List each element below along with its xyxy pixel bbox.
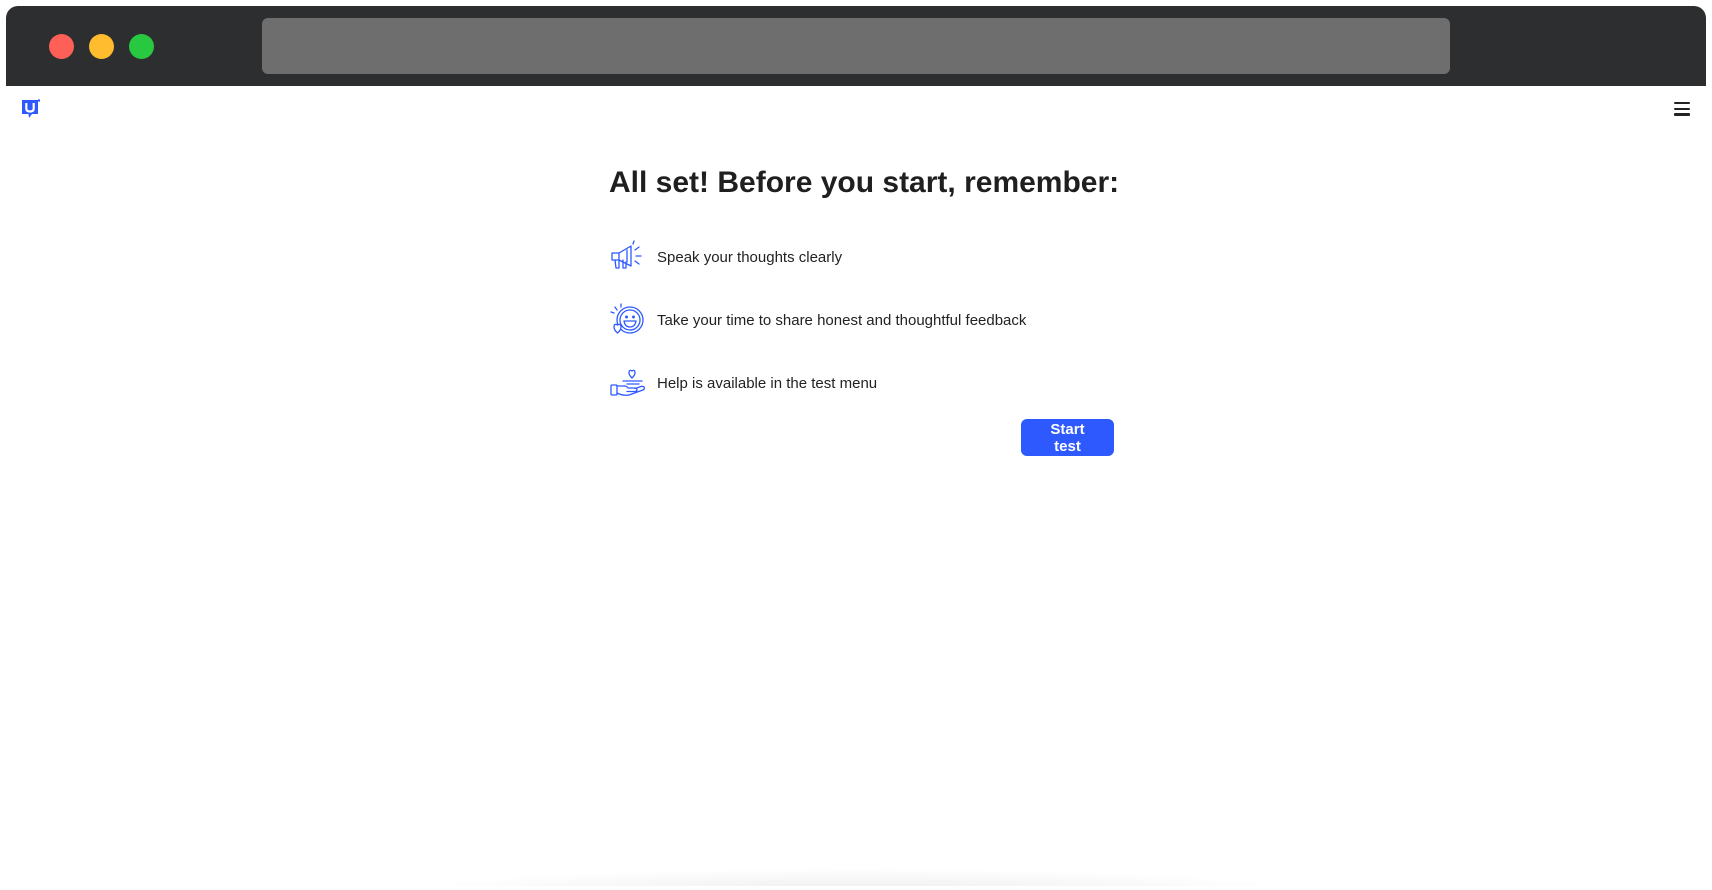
browser-window: All set! Before you start, remember: Spe…: [6, 6, 1706, 886]
usertesting-logo: [22, 99, 40, 118]
smiley-heart-icon: [610, 303, 644, 334]
reminder-label: Speak your thoughts clearly: [657, 248, 843, 266]
maximize-window-button[interactable]: [129, 34, 154, 59]
reminder-item-speak: Speak your thoughts clearly: [609, 237, 1114, 277]
reminder-label: Take your time to share honest and thoug…: [657, 311, 1027, 329]
start-test-button[interactable]: Start test: [1021, 419, 1114, 456]
hand-heart-icon: [610, 369, 645, 396]
address-bar[interactable]: [262, 18, 1450, 74]
reminder-item-help: Help is available in the test menu: [609, 363, 1114, 403]
page-title: All set! Before you start, remember:: [609, 166, 1120, 199]
bottom-shadow: [396, 868, 1316, 886]
checklist-panel: All set! Before you start, remember: Spe…: [609, 166, 1120, 456]
close-window-button[interactable]: [49, 34, 74, 59]
page-content: All set! Before you start, remember: Spe…: [6, 86, 1706, 886]
action-row: Start test: [609, 419, 1114, 456]
browser-titlebar: [6, 6, 1706, 86]
reminder-item-feedback: Take your time to share honest and thoug…: [609, 300, 1114, 340]
reminder-list: Speak your thoughts clearly Take your ti…: [609, 237, 1114, 403]
minimize-window-button[interactable]: [89, 34, 114, 59]
megaphone-icon: [611, 240, 642, 269]
reminder-label: Help is available in the test menu: [657, 374, 878, 392]
hamburger-menu-icon[interactable]: [1674, 102, 1690, 116]
